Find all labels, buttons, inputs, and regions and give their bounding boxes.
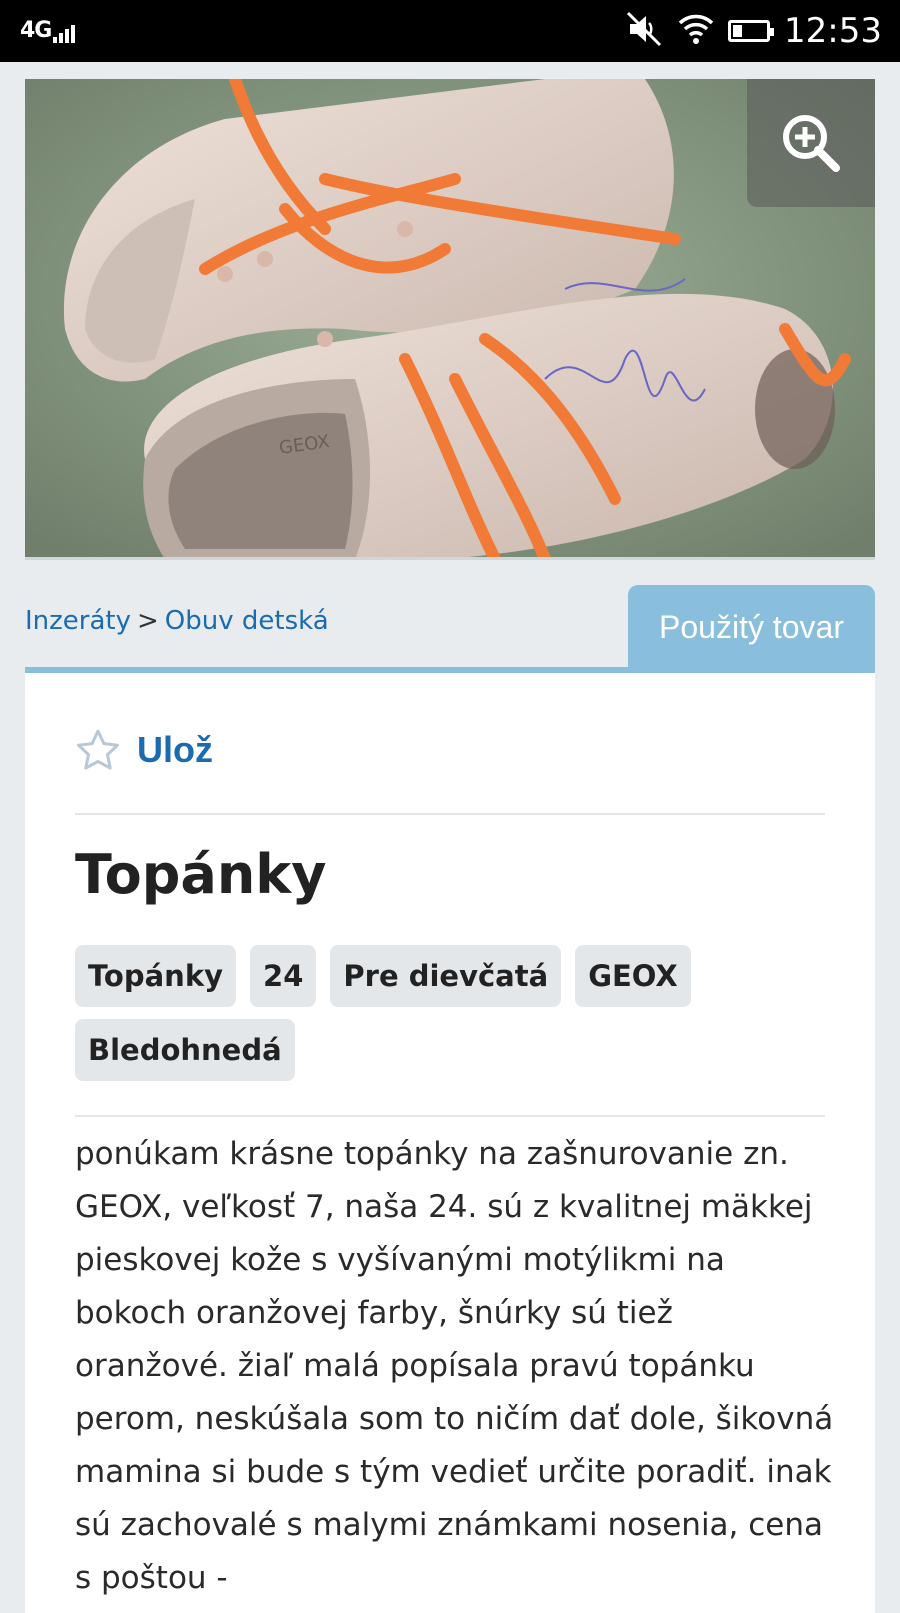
zoom-button[interactable] xyxy=(747,79,875,207)
tag-size[interactable]: 24 xyxy=(250,945,317,1007)
clock: 12:53 xyxy=(784,11,882,51)
listing-description: ponúkam krásne topánky na zašnurovanie z… xyxy=(75,1136,834,1596)
mute-icon xyxy=(624,9,664,53)
divider xyxy=(75,1115,825,1117)
condition-badge: Použitý tovar xyxy=(628,585,875,670)
breadcrumb-inzeraty[interactable]: Inzeráty xyxy=(25,606,131,636)
save-button[interactable]: Ulož xyxy=(75,728,213,772)
tag-category[interactable]: Topánky xyxy=(75,945,237,1007)
divider xyxy=(75,813,825,815)
status-bar: 4G 12:53 xyxy=(0,0,900,62)
listing-title: Topánky xyxy=(75,843,327,906)
network-indicator: 4G xyxy=(20,18,76,43)
battery-icon xyxy=(728,20,775,42)
save-label: Ulož xyxy=(137,729,213,770)
listing-card: Ulož Topánky Topánky 24 Pre dievčatá GEO… xyxy=(25,673,875,1613)
wifi-icon xyxy=(678,13,714,49)
breadcrumb-obuv-detska[interactable]: Obuv detská xyxy=(165,606,329,636)
tag-color[interactable]: Bledohnedá xyxy=(75,1019,295,1081)
zoom-in-icon xyxy=(783,115,840,172)
tag-brand[interactable]: GEOX xyxy=(575,945,691,1007)
tag-list: Topánky 24 Pre dievčatá GEOX Bledohnedá xyxy=(75,945,835,1081)
star-outline-icon xyxy=(77,729,119,770)
signal-icon xyxy=(53,21,76,43)
breadcrumb-separator: > xyxy=(137,606,159,636)
network-type: 4G xyxy=(20,18,52,43)
tag-gender[interactable]: Pre dievčatá xyxy=(330,945,562,1007)
breadcrumb: Inzeráty > Obuv detská xyxy=(25,606,329,636)
photo-divider xyxy=(25,557,875,560)
product-photo[interactable]: GEOX xyxy=(25,79,875,559)
